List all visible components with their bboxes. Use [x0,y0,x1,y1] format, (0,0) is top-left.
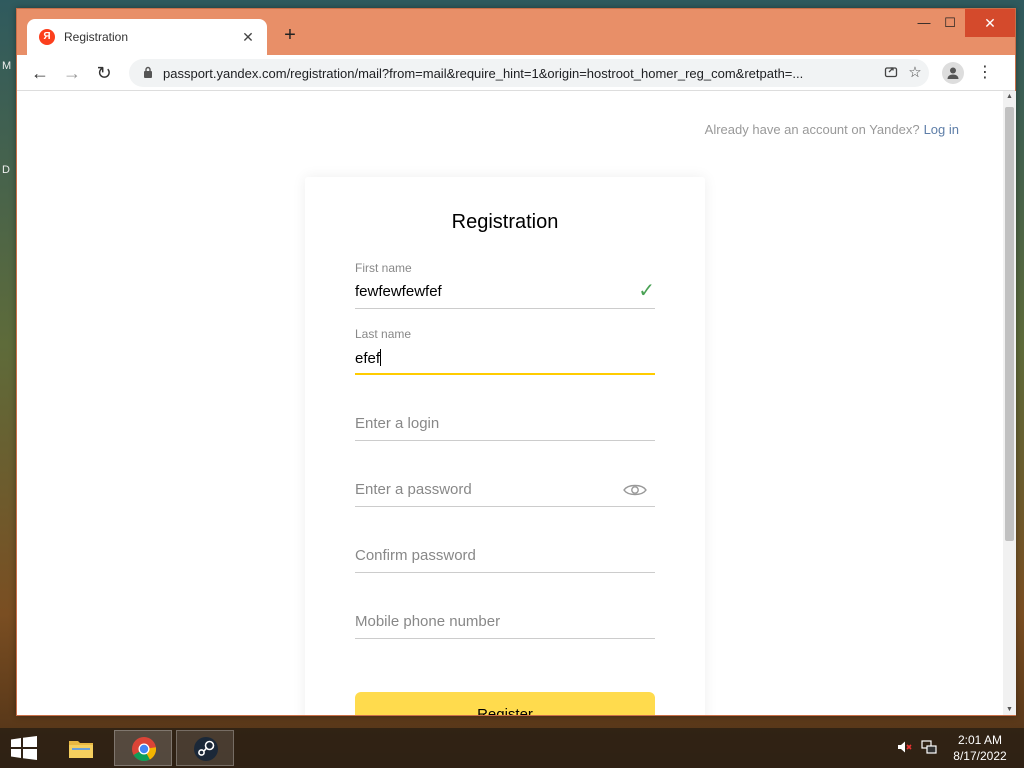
text-caret [380,349,382,366]
tab-title: Registration [64,30,129,44]
last-name-input[interactable]: efef [355,349,382,367]
address-bar[interactable]: passport.yandex.com/registration/mail?fr… [129,59,929,87]
page-content: Already have an account on Yandex? Log in… [17,91,1003,715]
already-text: Already have an account on Yandex? [704,122,920,137]
yandex-favicon-icon: Я [39,29,55,45]
already-have-account: Already have an account on Yandex? Log in [705,122,959,137]
taskbar-steam[interactable] [176,730,234,766]
password-field[interactable]: Enter a password [355,455,655,507]
login-link[interactable]: Log in [924,122,959,137]
confirm-password-input[interactable]: Confirm password [355,547,476,564]
confirm-password-field[interactable]: Confirm password [355,521,655,573]
eye-icon[interactable] [623,483,647,497]
forward-button[interactable]: → [60,62,84,84]
browser-menu-icon[interactable]: ⋮ [975,61,995,85]
folder-icon [69,741,93,758]
clock-date: 8/17/2022 [953,749,1007,763]
page-title: Registration [451,211,559,233]
desktop-icon-label: M [2,60,12,72]
network-icon[interactable] [920,740,938,756]
first-name-input[interactable]: fewfewfewfef [355,283,442,300]
login-input[interactable]: Enter a login [355,415,439,432]
title-bar: Я Registration ✕ + — ☐ ✕ [17,9,1015,55]
tab-close-icon[interactable]: ✕ [239,29,257,46]
last-name-label: Last name [355,327,412,341]
reload-button[interactable]: ↻ [92,62,116,84]
profile-icon[interactable] [942,62,964,84]
phone-input[interactable]: Mobile phone number [355,613,500,630]
windows-start-icon[interactable] [10,736,38,760]
browser-toolbar: ← → ↻ passport.yandex.com/registration/m… [17,55,1015,91]
first-name-field[interactable]: First name fewfewfewfef ✓ [355,257,655,309]
url-text[interactable]: passport.yandex.com/registration/mail?fr… [163,66,869,81]
clock-time: 2:01 AM [957,733,1003,747]
page-scrollbar[interactable]: ▲ ▼ [1003,91,1016,715]
volume-muted-icon[interactable] [896,740,914,756]
maximize-button[interactable]: ☐ [935,9,965,37]
taskbar-file-explorer[interactable] [52,730,110,766]
new-tab-button[interactable]: + [279,24,301,46]
lock-icon[interactable] [141,66,155,81]
login-field[interactable]: Enter a login [355,389,655,441]
last-name-field[interactable]: Last name efef [355,323,655,375]
scroll-thumb[interactable] [1005,107,1014,541]
taskbar: 2:01 AM 8/17/2022 [0,728,1024,768]
chrome-icon [132,737,157,762]
steam-icon [194,737,218,761]
last-name-value: efef [355,350,381,367]
registration-form: Registration First name fewfewfewfef ✓ L… [305,177,705,715]
phone-field[interactable]: Mobile phone number [355,587,655,639]
register-button[interactable]: Register [355,692,655,715]
share-icon[interactable] [881,63,901,83]
scroll-down-icon[interactable]: ▼ [1003,706,1016,713]
close-window-button[interactable]: ✕ [965,9,1015,37]
first-name-label: First name [355,261,412,275]
bookmark-star-icon[interactable]: ☆ [905,63,925,83]
back-button[interactable]: ← [28,62,52,84]
checkmark-icon: ✓ [638,280,655,302]
browser-window: Я Registration ✕ + — ☐ ✕ ← → ↻ passport.… [16,8,1016,716]
scroll-up-icon[interactable]: ▲ [1003,93,1016,100]
taskbar-chrome[interactable] [114,730,172,766]
browser-tab[interactable]: Я Registration ✕ [27,19,267,55]
desktop-icon-label: D [2,164,10,176]
password-input[interactable]: Enter a password [355,481,472,498]
system-clock[interactable]: 2:01 AM 8/17/2022 [948,732,1012,764]
